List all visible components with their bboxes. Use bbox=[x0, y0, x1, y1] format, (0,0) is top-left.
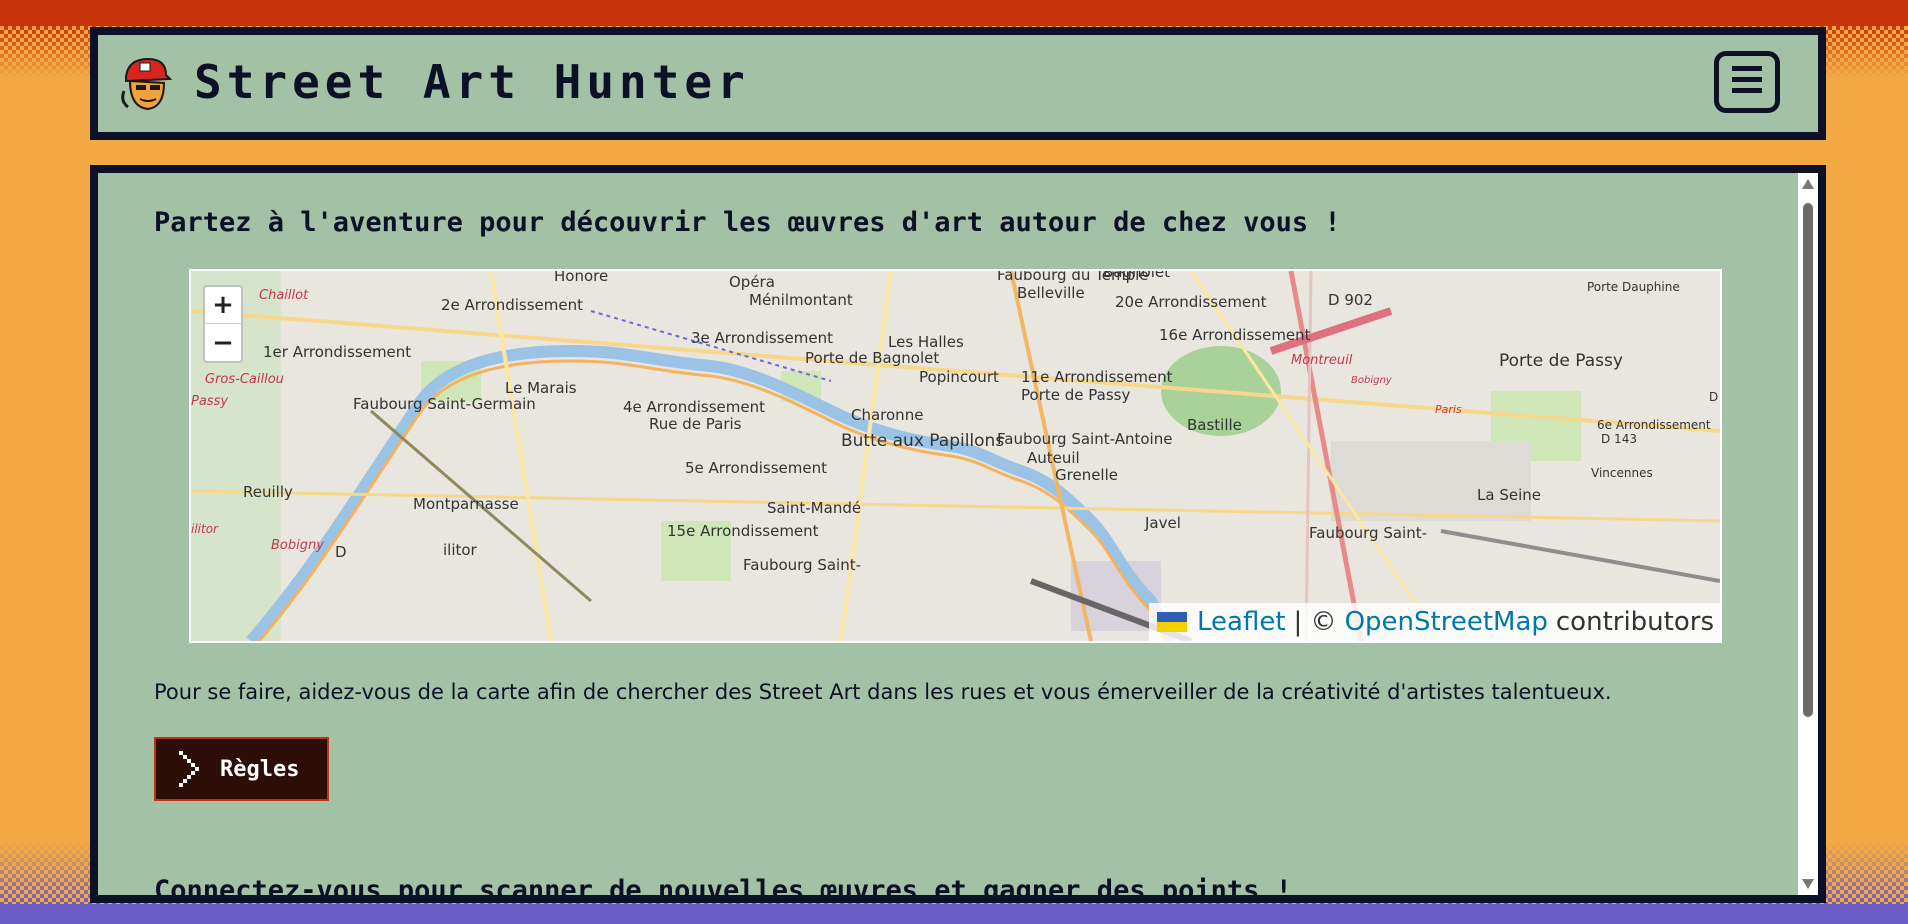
login-heading: Connectez-vous pour scanner de nouvelles… bbox=[154, 875, 1292, 903]
map-place-label: Bobigny bbox=[1351, 375, 1393, 386]
page-heading: Partez à l'aventure pour découvrir les œ… bbox=[154, 207, 1341, 238]
map-place-label: D bbox=[335, 543, 347, 561]
map-place-label: Charonne bbox=[851, 406, 923, 424]
map-place-label: ilitor bbox=[191, 522, 219, 536]
map-place-label: Butte aux Papillons bbox=[841, 431, 1004, 451]
map-tiles[interactable]: Honore Opéra Faubourg du Temple Bellevil… bbox=[191, 271, 1720, 641]
map-place-label: Bobigny bbox=[271, 538, 324, 553]
leaflet-link[interactable]: Leaflet bbox=[1197, 607, 1286, 637]
map-place-label: Reuilly bbox=[243, 483, 293, 501]
scroll-down-arrow-icon[interactable] bbox=[1802, 879, 1814, 889]
attribution-separator: | © bbox=[1293, 607, 1337, 637]
menu-button[interactable] bbox=[1714, 51, 1780, 113]
map-place-label: ilitor bbox=[443, 541, 478, 559]
map-place-label: Gros-Caillou bbox=[205, 372, 284, 387]
map-place-label: 6e Arrondissement bbox=[1597, 418, 1711, 432]
hunter-logo-icon[interactable] bbox=[120, 55, 172, 113]
zoom-in-button[interactable]: + bbox=[205, 287, 241, 324]
main-panel: Partez à l'aventure pour découvrir les œ… bbox=[90, 165, 1826, 903]
hamburger-menu-icon-line bbox=[1732, 88, 1762, 93]
map-place-label: La Seine bbox=[1477, 486, 1541, 504]
street-art-map[interactable]: Honore Opéra Faubourg du Temple Bellevil… bbox=[189, 269, 1722, 643]
top-decor-band bbox=[0, 0, 1908, 26]
map-place-label: Montreuil bbox=[1291, 353, 1353, 368]
map-place-label: Paris bbox=[1435, 403, 1462, 416]
map-place-label: D 902 bbox=[1328, 291, 1373, 309]
map-place-label: Porte Dauphine bbox=[1587, 280, 1680, 294]
map-place-label: Honore bbox=[554, 271, 608, 285]
map-attribution: Leaflet | © OpenStreetMap contributors bbox=[1149, 603, 1720, 641]
map-place-label: Faubourg Saint- bbox=[743, 556, 861, 574]
site-title: Street Art Hunter bbox=[194, 55, 750, 109]
rules-button-label: Règles bbox=[220, 756, 300, 782]
map-place-label: Porte de Bagnolet bbox=[805, 349, 939, 367]
hamburger-menu-icon-line bbox=[1732, 77, 1762, 82]
attribution-contributors: contributors bbox=[1555, 607, 1714, 637]
chevron-right-icon bbox=[179, 751, 199, 787]
map-place-label: Montparnasse bbox=[413, 495, 519, 513]
map-place-label: D 143 bbox=[1601, 432, 1637, 446]
map-place-label: Grenelle bbox=[1055, 466, 1118, 484]
map-place-label: Popincourt bbox=[919, 368, 999, 386]
map-place-label: Belleville bbox=[1017, 284, 1085, 302]
map-place-label: 11e Arrondissement bbox=[1021, 368, 1173, 386]
map-place-label: 15e Arrondissement bbox=[667, 522, 819, 540]
map-place-label: Opéra bbox=[729, 273, 775, 291]
map-place-label: 20e Arrondissement bbox=[1115, 293, 1267, 311]
map-place-label: Javel bbox=[1144, 514, 1181, 532]
map-place-label: Rue de Paris bbox=[649, 415, 742, 433]
map-place-label: Bagnolet bbox=[1103, 271, 1170, 281]
bottom-decor-band bbox=[0, 904, 1908, 924]
map-place-label: Vincennes bbox=[1591, 466, 1653, 480]
hamburger-menu-icon bbox=[1732, 66, 1762, 71]
map-place-label: Ménilmontant bbox=[749, 291, 853, 309]
map-place-label: Porte de Passy bbox=[1499, 351, 1623, 371]
scroll-up-arrow-icon[interactable] bbox=[1802, 179, 1814, 189]
map-place-label: Faubourg Saint-Antoine bbox=[997, 430, 1172, 448]
map-place-label: Faubourg Saint-Germain bbox=[353, 395, 536, 413]
panel-scrollbar[interactable] bbox=[1798, 173, 1818, 895]
ukraine-flag-icon bbox=[1157, 612, 1187, 632]
scrollbar-thumb[interactable] bbox=[1803, 203, 1813, 717]
map-place-label: Faubourg Saint- bbox=[1309, 524, 1427, 542]
openstreetmap-link[interactable]: OpenStreetMap bbox=[1345, 607, 1548, 637]
rules-button[interactable]: Règles bbox=[154, 737, 329, 801]
intro-text: Pour se faire, aidez-vous de la carte af… bbox=[154, 680, 1612, 704]
map-place-label: Saint-Mandé bbox=[767, 499, 861, 517]
map-place-label: 1er Arrondissement bbox=[263, 343, 411, 361]
map-place-label: Bastille bbox=[1187, 416, 1242, 434]
map-place-label: Porte de Passy bbox=[1021, 386, 1130, 404]
map-place-label: Auteuil bbox=[1027, 449, 1080, 467]
map-zoom-control: + − bbox=[203, 285, 243, 363]
map-place-label: D bbox=[1709, 390, 1718, 404]
map-place-label: 16e Arrondissement bbox=[1159, 326, 1311, 344]
map-place-label: 3e Arrondissement bbox=[691, 329, 833, 347]
map-place-label: Chaillot bbox=[259, 288, 309, 303]
map-place-label: 5e Arrondissement bbox=[685, 459, 827, 477]
map-place-label: 2e Arrondissement bbox=[441, 296, 583, 314]
map-place-label: Passy bbox=[191, 394, 228, 409]
map-place-label: 4e Arrondissement bbox=[623, 398, 765, 416]
zoom-out-button[interactable]: − bbox=[205, 325, 241, 362]
site-header: Street Art Hunter bbox=[90, 27, 1826, 140]
